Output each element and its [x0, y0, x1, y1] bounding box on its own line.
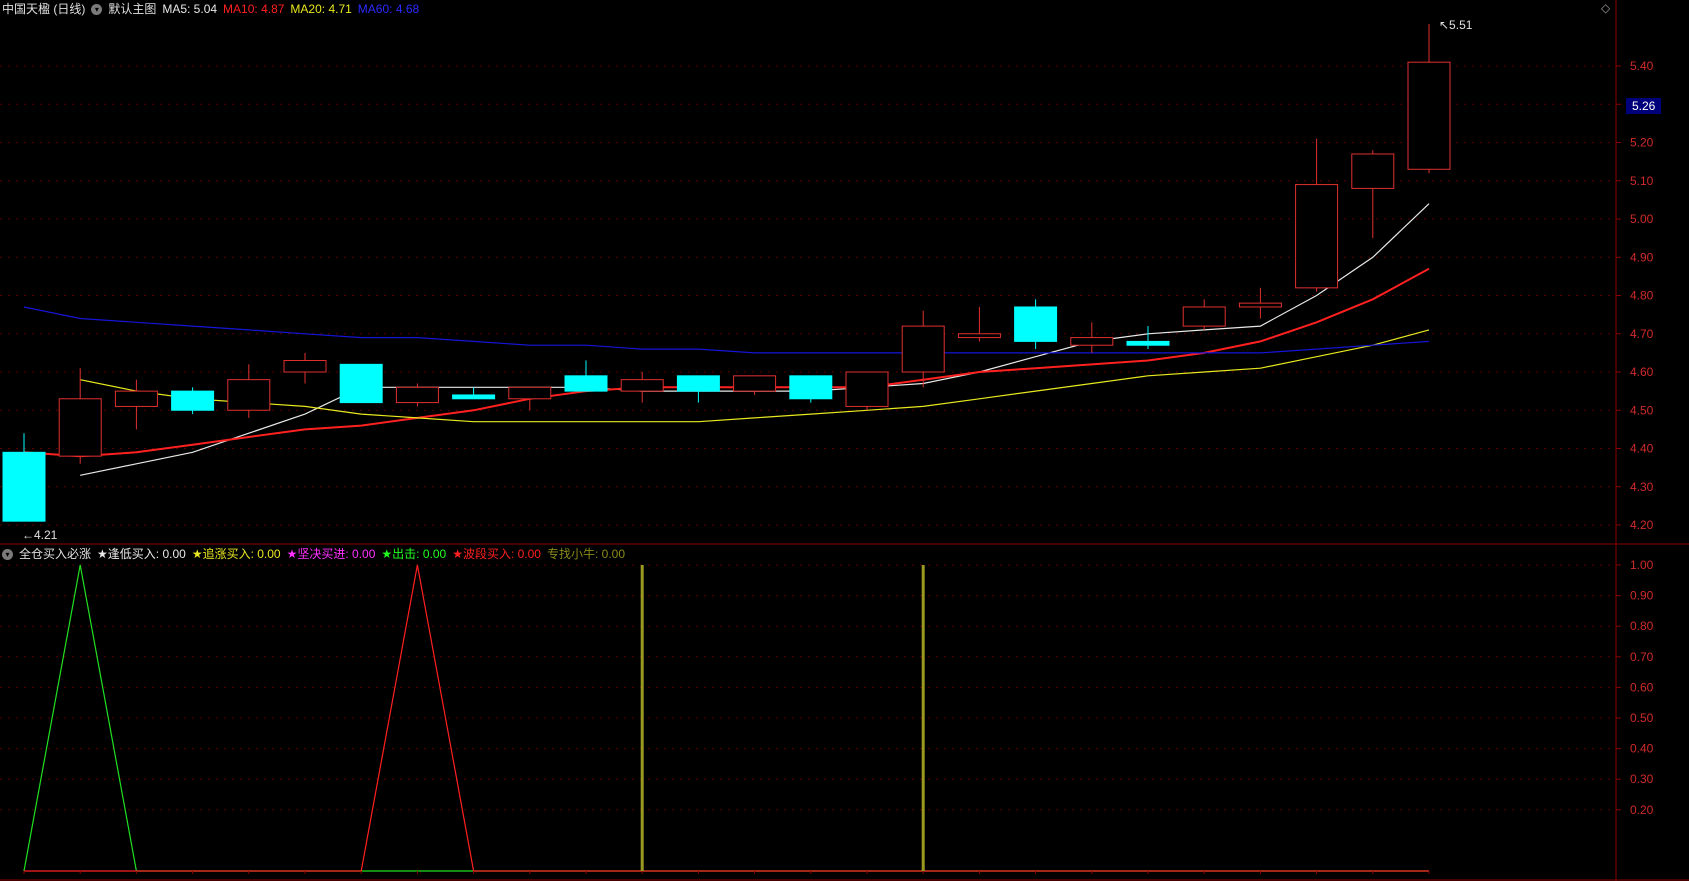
indicator-line: [23, 564, 1429, 872]
chase-buy-value: ★追涨买入: 0.00: [191, 547, 281, 561]
candle-body: [452, 394, 496, 400]
candle-body: [1238, 302, 1282, 308]
candle-body: [1351, 153, 1395, 189]
firm-buy-value: ★坚决买进: 0.00: [286, 547, 376, 561]
price-axis-label: 4.80: [1630, 289, 1654, 303]
band-buy-value: ★波段买入: 0.00: [452, 547, 541, 561]
expand-diamond-icon[interactable]: ◇: [1601, 1, 1610, 15]
candle-body: [1014, 306, 1058, 342]
indicator-menu-icon[interactable]: ▾: [2, 548, 13, 560]
price-axis-label: 4.40: [1630, 442, 1654, 456]
candle-body: [564, 375, 608, 392]
candle-body: [171, 390, 215, 411]
price-axis-label: 4.30: [1630, 480, 1654, 494]
candle-body: [339, 363, 383, 404]
indicator-axis-label: 0.80: [1630, 619, 1654, 633]
indicator-axis-label: 0.20: [1630, 803, 1654, 817]
price-axis-label: 4.90: [1630, 250, 1654, 264]
ma20-value: MA20: 4.71: [290, 2, 352, 16]
candle-body: [789, 375, 833, 400]
candle-body: [957, 333, 1001, 339]
current-price-tag: 5.26: [1626, 98, 1662, 114]
indicator-axis-label: 1.00: [1630, 558, 1654, 572]
ma-line-ma5: [80, 203, 1430, 476]
candle-body: [114, 390, 158, 407]
ma5-value: MA5: 5.04: [162, 2, 218, 16]
price-axis-label: 5.20: [1630, 136, 1654, 150]
candle-body: [676, 375, 720, 392]
ma60-value: MA60: 4.68: [357, 2, 420, 16]
exit-value: ★出击: 0.00: [381, 547, 447, 561]
candle-body: [2, 451, 46, 522]
indicator-line: [24, 564, 1429, 872]
candle-body: [227, 379, 271, 411]
candle-body: [845, 371, 889, 407]
low-price-marker: ←4.21: [22, 528, 58, 542]
price-axis-label: 5.10: [1630, 174, 1654, 188]
candle-body: [620, 379, 664, 392]
indicator-header: ▾ 全仓买入必涨 ★逢低买入: 0.00 ★追涨买入: 0.00 ★坚决买进: …: [2, 545, 631, 563]
indicator-axis-label: 0.60: [1630, 680, 1654, 694]
candle-body: [58, 398, 102, 457]
main-chart-name[interactable]: 默认主图: [108, 0, 156, 18]
ma-line-ma10: [23, 267, 1430, 458]
price-axis-label: 5.40: [1630, 59, 1654, 73]
chart-menu-icon[interactable]: ▾: [91, 3, 103, 15]
ma10-value: MA10: 4.87: [223, 2, 285, 16]
candle-body: [1126, 340, 1170, 346]
candle-body: [1182, 306, 1226, 327]
price-axis-label: 4.70: [1630, 327, 1654, 341]
candle-body: [733, 375, 777, 392]
indicator-name[interactable]: 全仓买入必涨: [19, 545, 91, 563]
candle-body: [1295, 184, 1339, 289]
indicator-axis-label: 0.50: [1630, 711, 1654, 725]
indicator-axis-label: 0.40: [1630, 742, 1654, 756]
find-bull-value: 专找小牛: 0.00: [547, 547, 626, 561]
stock-title[interactable]: 中国天楹 (日线): [2, 0, 85, 18]
price-axis-label: 4.50: [1630, 403, 1654, 417]
price-axis-label: 4.60: [1630, 365, 1654, 379]
price-chart[interactable]: 5.405.305.205.105.004.904.804.704.604.50…: [0, 0, 1689, 881]
indicator-axis-label: 0.90: [1630, 589, 1654, 603]
high-price-marker: ↖5.51: [1439, 18, 1473, 32]
candle-body: [395, 386, 439, 404]
indicator-axis-label: 0.70: [1630, 650, 1654, 664]
price-axis-label: 4.20: [1630, 518, 1654, 532]
candle-body: [1070, 337, 1114, 346]
indicator-axis-label: 0.30: [1630, 772, 1654, 786]
candle-body: [508, 386, 552, 400]
main-chart-header: 中国天楹 (日线) ▾ 默认主图 MA5: 5.04 MA10: 4.87 MA…: [2, 0, 425, 18]
candle-body: [1407, 61, 1451, 170]
low-buy-value: ★逢低买入: 0.00: [97, 547, 186, 561]
price-axis-label: 5.00: [1630, 212, 1654, 226]
candle-body: [901, 325, 945, 373]
candle-body: [283, 360, 327, 373]
